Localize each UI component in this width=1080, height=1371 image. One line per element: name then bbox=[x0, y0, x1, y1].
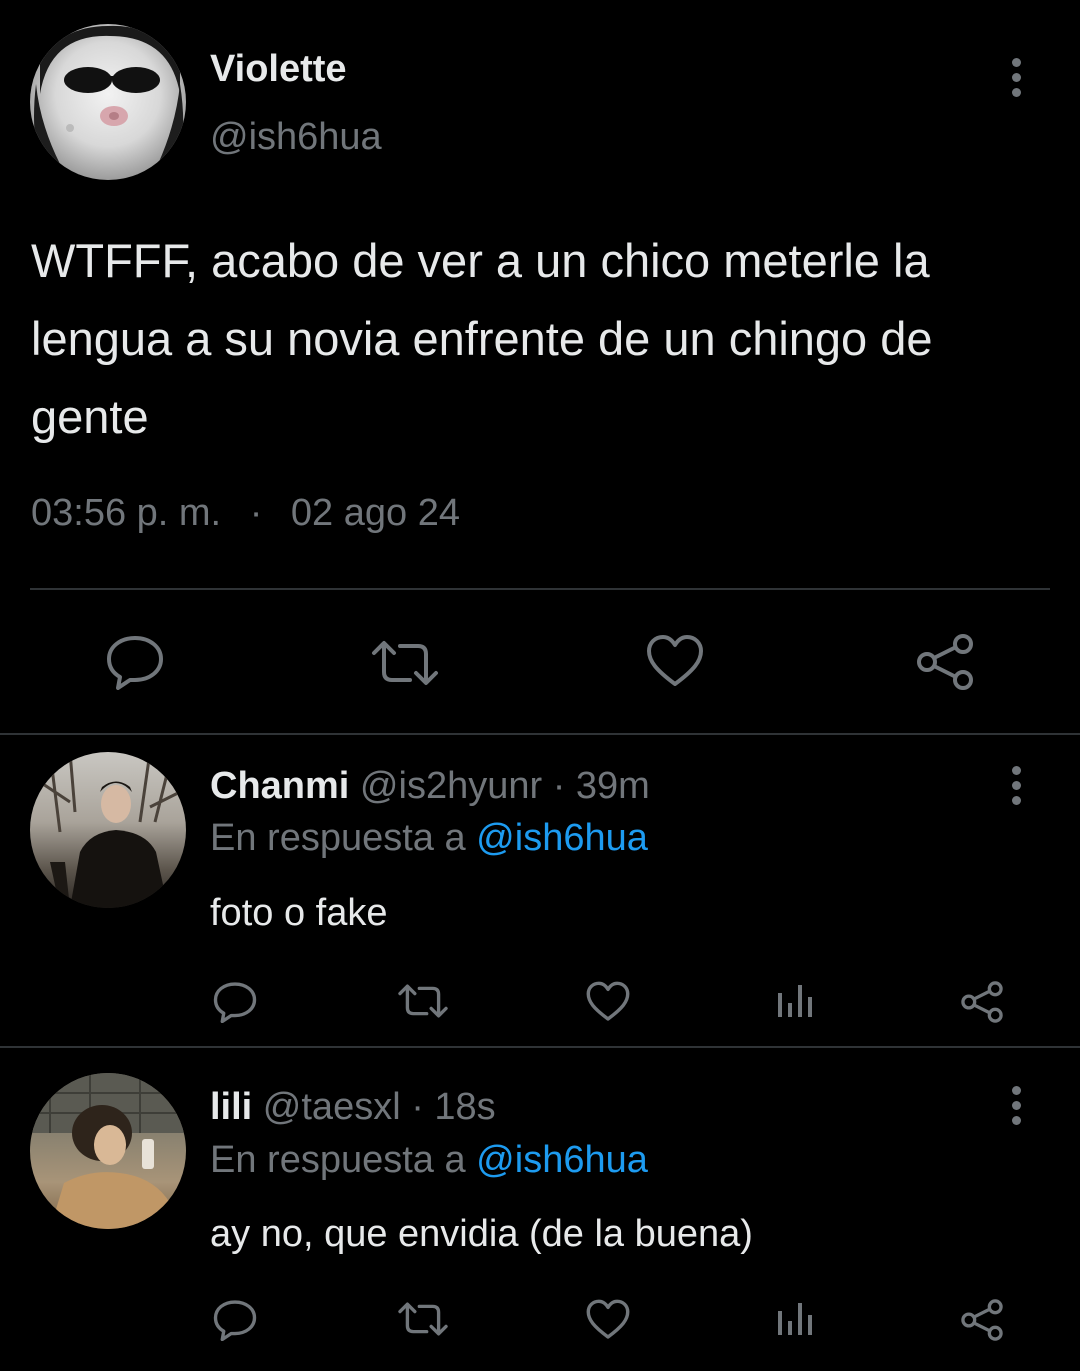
views-icon[interactable] bbox=[776, 1301, 816, 1337]
avatar-violette[interactable] bbox=[30, 24, 186, 180]
author-handle[interactable]: @ish6hua bbox=[210, 116, 382, 159]
reply-header: lili @taesxl · 18s bbox=[210, 1086, 496, 1129]
retweet-icon[interactable] bbox=[397, 1301, 449, 1337]
like-icon[interactable] bbox=[586, 1299, 630, 1340]
reply-context-link[interactable]: @ish6hua bbox=[476, 817, 648, 859]
avatar-lili[interactable] bbox=[30, 1073, 186, 1229]
avatar-chanmi-image bbox=[39, 752, 181, 908]
like-icon[interactable] bbox=[586, 981, 630, 1022]
share-icon[interactable] bbox=[960, 1298, 1004, 1342]
reply-age: · 39m bbox=[552, 765, 650, 807]
reply-context-label: En respuesta a bbox=[210, 1139, 466, 1181]
more-options-icon[interactable] bbox=[1010, 1086, 1022, 1125]
tweet-date: 02 ago 24 bbox=[290, 492, 460, 534]
reply-icon[interactable] bbox=[213, 1299, 257, 1341]
reply-age: · 18s bbox=[411, 1086, 496, 1128]
share-icon[interactable] bbox=[915, 632, 975, 692]
retweet-icon[interactable] bbox=[370, 640, 440, 686]
divider bbox=[30, 588, 1050, 590]
more-options-icon[interactable] bbox=[1010, 58, 1022, 97]
share-icon[interactable] bbox=[960, 980, 1004, 1024]
author-name[interactable]: Violette bbox=[210, 48, 347, 91]
tweet-thread-screen: { "main_tweet": { "display_name": "Viole… bbox=[0, 0, 1080, 1371]
avatar-chanmi[interactable] bbox=[30, 752, 186, 908]
reply-author-name[interactable]: Chanmi bbox=[210, 765, 349, 807]
tweet-time: 03:56 p. m. bbox=[31, 492, 222, 534]
like-icon[interactable] bbox=[646, 634, 704, 688]
reply-context: En respuesta a @ish6hua bbox=[210, 1139, 648, 1182]
more-options-icon[interactable] bbox=[1010, 766, 1022, 805]
views-icon[interactable] bbox=[776, 983, 816, 1019]
avatar-lili-image bbox=[30, 1073, 186, 1229]
divider bbox=[0, 733, 1080, 735]
reply-text: ay no, que envidia (de la buena) bbox=[210, 1213, 753, 1255]
retweet-icon[interactable] bbox=[397, 983, 449, 1019]
timestamp-separator: · bbox=[249, 492, 263, 534]
tweet-text-line: WTFFF, acabo de ver a un chico meterle l… bbox=[31, 234, 930, 287]
reply-icon[interactable] bbox=[106, 634, 164, 690]
reply-context: En respuesta a @ish6hua bbox=[210, 817, 648, 860]
reply-header: Chanmi @is2hyunr · 39m bbox=[210, 765, 650, 808]
divider bbox=[0, 1046, 1080, 1048]
tweet-text-line: gente bbox=[31, 390, 149, 443]
reply-context-label: En respuesta a bbox=[210, 817, 466, 859]
reply-author-handle[interactable]: @is2hyunr bbox=[360, 765, 542, 807]
tweet-timestamp: 03:56 p. m. · 02 ago 24 bbox=[31, 492, 460, 535]
reply-author-name[interactable]: lili bbox=[210, 1086, 252, 1128]
avatar-violette-image bbox=[34, 25, 184, 174]
reply-author-handle[interactable]: @taesxl bbox=[263, 1086, 401, 1128]
reply-context-link[interactable]: @ish6hua bbox=[476, 1139, 648, 1181]
reply-text: foto o fake bbox=[210, 892, 388, 934]
tweet-text: WTFFF, acabo de ver a un chico meterle l… bbox=[31, 222, 933, 456]
tweet-text-line: lengua a su novia enfrente de un chingo … bbox=[31, 312, 933, 365]
reply-icon[interactable] bbox=[213, 981, 257, 1023]
